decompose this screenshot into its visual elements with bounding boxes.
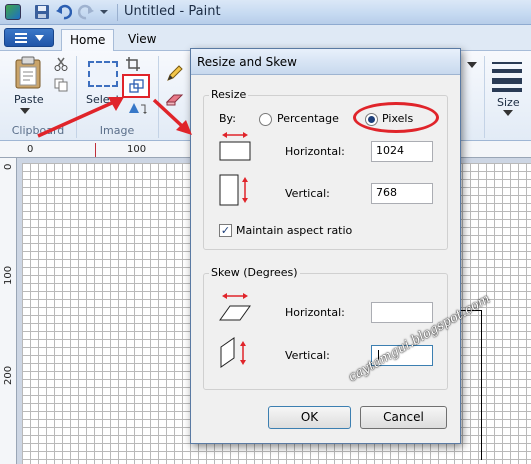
chevron-down-icon[interactable] (20, 108, 30, 114)
percentage-radio[interactable] (259, 113, 272, 126)
cancel-button[interactable]: Cancel (360, 406, 447, 429)
vertical-resize-icon (219, 174, 248, 206)
paint-menu-button[interactable] (4, 28, 54, 47)
canvas-shape-outline (458, 310, 482, 460)
percentage-radio-label[interactable]: Percentage (277, 112, 339, 125)
chevron-down-icon (35, 35, 44, 41)
window-title: Untitled - Paint (124, 4, 221, 19)
by-label: By: (219, 112, 236, 125)
maintain-aspect-checkbox[interactable]: ✓ (219, 224, 232, 237)
ruler-tick-label: 0 (3, 163, 14, 170)
ruler-tick-label: 200 (3, 365, 14, 385)
paint-app-icon[interactable] (5, 4, 21, 20)
ruler-tick-label: 100 (3, 265, 14, 285)
chevron-down-icon[interactable] (503, 110, 513, 116)
horizontal-resize-icon (219, 132, 251, 161)
resize-vertical-input[interactable]: 768 (371, 183, 433, 204)
resize-vertical-label: Vertical: (285, 187, 330, 200)
tab-home[interactable]: Home (61, 29, 115, 51)
chevron-down-icon[interactable] (98, 4, 110, 20)
dialog-title: Resize and Skew (197, 55, 297, 69)
skew-horizontal-input[interactable] (371, 302, 433, 323)
pixels-highlight-ellipse (353, 102, 439, 133)
skew-vertical-label: Vertical: (285, 349, 330, 362)
vertical-ruler (0, 158, 17, 464)
resize-group-legend: Resize (209, 88, 249, 101)
skew-group-legend: Skew (Degrees) (209, 266, 300, 279)
maintain-aspect-label[interactable]: Maintain aspect ratio (236, 224, 352, 237)
size-icon[interactable] (492, 60, 522, 94)
ok-button[interactable]: OK (268, 406, 351, 429)
annotation-arrows (37, 97, 192, 138)
save-icon[interactable] (34, 4, 50, 20)
menu-icon (15, 33, 27, 43)
vertical-skew-icon (220, 337, 246, 368)
horizontal-skew-icon (219, 293, 251, 321)
tab-view[interactable]: View (120, 29, 164, 51)
size-button[interactable]: Size (497, 96, 520, 109)
title-separator (117, 4, 118, 21)
redo-icon[interactable] (78, 4, 94, 20)
skew-horizontal-label: Horizontal: (285, 306, 345, 319)
crop-icon[interactable] (126, 57, 140, 71)
chevron-down-icon[interactable] (467, 62, 477, 68)
undo-icon[interactable] (56, 4, 72, 20)
resize-horizontal-label: Horizontal: (285, 145, 345, 158)
cut-icon[interactable] (54, 57, 68, 71)
group-separator (484, 56, 485, 138)
resize-horizontal-input[interactable]: 1024 (371, 141, 433, 162)
